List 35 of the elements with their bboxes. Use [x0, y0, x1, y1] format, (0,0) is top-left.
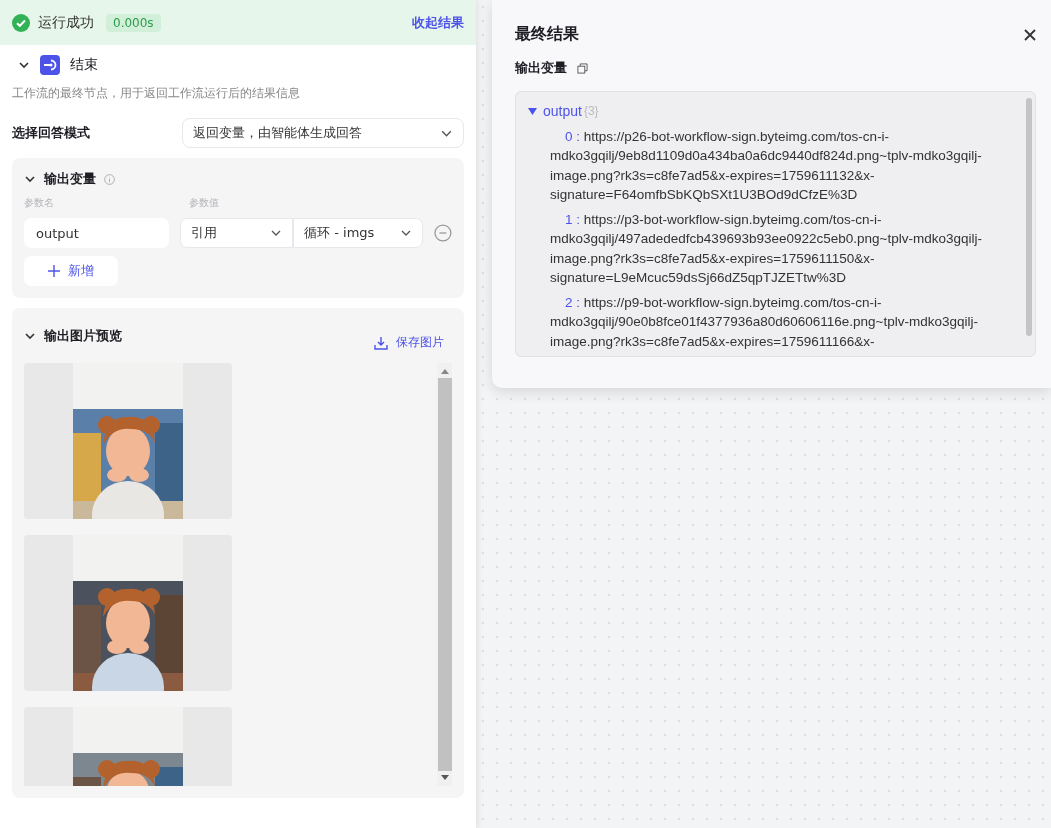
section-title: 输出变量: [44, 170, 96, 188]
tree-value: 2 : https://p9-bot-workflow-sign.byteimg.com/tos-cn-i-mdko3gqilj/90e0b8fce01f4377936a80d60606116e.png~tplv-mdko3gqilj-image.png?rk3s=c8fe7ad5&x-expires=1759611166&x-: [550, 293, 979, 351]
add-button[interactable]: 新增: [24, 256, 118, 286]
status-label: 运行成功: [38, 13, 94, 32]
plus-icon: [48, 265, 60, 277]
copy-icon[interactable]: [577, 62, 588, 74]
duration-badge: 0.000s: [106, 13, 161, 32]
collapse-link[interactable]: 收起结果: [412, 13, 464, 32]
close-icon[interactable]: [1024, 28, 1036, 41]
remove-icon[interactable]: [434, 224, 452, 242]
chevron-icon[interactable]: [18, 59, 30, 71]
source-select[interactable]: 引用: [180, 218, 294, 248]
column-header: 参数值: [189, 196, 219, 210]
param-name-field[interactable]: output: [24, 218, 170, 248]
answer-mode-select[interactable]: 返回变量，由智能体生成回答: [182, 118, 464, 148]
end-node-icon: [40, 55, 60, 75]
check-circle-icon: [12, 13, 30, 32]
section-label: 输出变量: [515, 59, 567, 77]
save-image-link[interactable]: 保存图片: [374, 334, 444, 351]
panel-title: 最终结果: [515, 24, 579, 45]
scroll-down-icon[interactable]: [440, 775, 449, 781]
caret-icon[interactable]: [528, 108, 537, 116]
section-title: 输出图片预览: [44, 326, 122, 345]
download-icon: [374, 335, 388, 350]
image-card[interactable]: [24, 535, 232, 691]
scrollbar[interactable]: [437, 363, 452, 786]
answer-mode-label: 选择回答模式: [12, 124, 90, 142]
image-card[interactable]: [24, 363, 232, 519]
tree-key: output: [543, 102, 582, 122]
column-header: 参数名: [24, 196, 55, 210]
node-title: 结束: [70, 56, 98, 74]
variable-select[interactable]: 循环 - imgs: [293, 218, 424, 248]
chevron-icon[interactable]: [24, 173, 36, 185]
node-description: 工作流的最终节点，用于返回工作流运行后的结果信息: [12, 85, 301, 102]
scroll-up-icon[interactable]: [440, 368, 449, 374]
